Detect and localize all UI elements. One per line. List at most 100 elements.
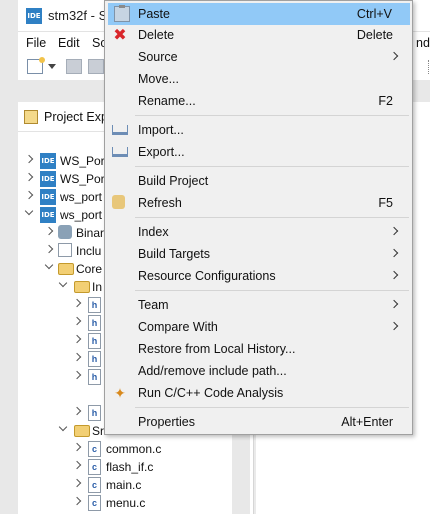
header-file-icon: h [88, 315, 101, 331]
new-file-icon[interactable] [27, 57, 45, 74]
menu-item-restore-local-history[interactable]: Restore from Local History... [106, 338, 411, 360]
new-dropdown-chevron-icon[interactable] [48, 64, 56, 69]
binaries-icon [58, 225, 72, 239]
ide-project-icon: IDE [40, 207, 56, 223]
chevron-right-icon[interactable] [72, 352, 82, 362]
project-explorer-icon [24, 110, 38, 124]
menu-item-import[interactable]: Import... [106, 119, 411, 141]
c-file-icon: c [88, 441, 101, 457]
menu-item-label: Build Targets [138, 247, 211, 261]
chevron-right-icon[interactable] [72, 370, 82, 380]
menu-item-label: Properties [138, 415, 195, 429]
menu-item-resource-configurations[interactable]: Resource Configurations [106, 265, 411, 287]
menu-item-refresh[interactable]: Refresh F5 [106, 192, 411, 214]
submenu-arrow-icon [389, 299, 399, 309]
header-file-icon: h [88, 405, 101, 421]
chevron-right-icon[interactable] [44, 244, 54, 254]
chevron-right-icon[interactable] [72, 478, 82, 488]
save-icon[interactable] [66, 59, 82, 74]
context-menu: Paste Ctrl+V ✖ Delete Delete Source Move… [104, 0, 413, 435]
menu-item-team[interactable]: Team [106, 294, 411, 316]
tree-item-label: In [92, 280, 103, 294]
tree-item-label: WS_Port [60, 172, 109, 186]
chevron-right-icon[interactable] [72, 298, 82, 308]
chevron-down-icon[interactable] [58, 278, 68, 288]
chevron-right-icon[interactable] [24, 190, 34, 200]
includes-icon [58, 243, 72, 257]
project-explorer-title: Project Exp [44, 110, 108, 124]
menu-item-run-code-analysis[interactable]: ✦ Run C/C++ Code Analysis [106, 382, 411, 404]
menu-item-paste[interactable]: Paste Ctrl+V [108, 3, 410, 25]
chevron-right-icon[interactable] [72, 496, 82, 506]
save-all-icon[interactable] [88, 59, 104, 74]
menu-item-shortcut: Delete [356, 28, 393, 42]
chevron-right-icon[interactable] [72, 334, 82, 344]
menu-item-label: Build Project [138, 174, 209, 188]
tree-item-label: ws_port [60, 190, 103, 204]
menu-item-build-targets[interactable]: Build Targets [106, 243, 411, 265]
menu-edit[interactable]: Edit [58, 36, 80, 50]
menu-item-source[interactable]: Source [106, 46, 411, 68]
c-file-icon: c [88, 495, 101, 511]
chevron-right-icon[interactable] [72, 460, 82, 470]
menu-item-properties[interactable]: Properties Alt+Enter [106, 411, 411, 433]
code-analysis-icon: ✦ [114, 385, 126, 401]
tree-item-file[interactable]: c main.c [18, 476, 254, 494]
chevron-right-icon[interactable] [72, 406, 82, 416]
menu-item-build-project[interactable]: Build Project [106, 170, 411, 192]
tree-item-label: Sr [92, 424, 104, 438]
refresh-icon [112, 195, 125, 209]
tree-item-file[interactable]: c menu.c [18, 494, 254, 512]
menu-item-label: Paste [138, 7, 170, 21]
folder-icon [74, 425, 90, 437]
tree-item-file[interactable]: c flash_if.c [18, 458, 254, 476]
menu-item-label: Add/remove include path... [138, 364, 287, 378]
chevron-down-icon[interactable] [44, 260, 54, 270]
window-left-edge [0, 0, 18, 514]
menu-separator [135, 115, 409, 116]
menu-item-label: Export... [138, 145, 185, 159]
folder-icon [58, 263, 74, 275]
menu-item-delete[interactable]: ✖ Delete Delete [106, 24, 411, 46]
menu-window[interactable]: ndo [416, 36, 430, 50]
tree-item-file[interactable]: c common.c [18, 440, 254, 458]
submenu-arrow-icon [389, 51, 399, 61]
chevron-down-icon[interactable] [24, 206, 34, 216]
header-file-icon: h [88, 351, 101, 367]
chevron-down-icon[interactable] [58, 422, 68, 432]
header-file-icon: h [88, 297, 101, 313]
submenu-arrow-icon [389, 226, 399, 236]
paste-icon [114, 5, 130, 22]
menu-item-compare-with[interactable]: Compare With [106, 316, 411, 338]
menu-item-index[interactable]: Index [106, 221, 411, 243]
chevron-right-icon[interactable] [24, 154, 34, 164]
menu-item-label: Source [138, 50, 178, 64]
menu-item-label: Move... [138, 72, 179, 86]
menu-separator [135, 290, 409, 291]
menu-separator [135, 217, 409, 218]
delete-icon: ✖ [113, 25, 127, 44]
chevron-right-icon[interactable] [72, 442, 82, 452]
tree-item-label: Core [76, 262, 103, 276]
menu-item-label: Resource Configurations [138, 269, 276, 283]
tree-item-label: WS_Port [60, 154, 109, 168]
tree-item-label: Binar [76, 226, 105, 240]
window-title: stm32f - S [48, 8, 108, 23]
import-icon [112, 125, 128, 135]
tree-item-label: ws_port [60, 208, 103, 222]
menu-item-move[interactable]: Move... [106, 68, 411, 90]
menu-item-add-remove-include-path[interactable]: Add/remove include path... [106, 360, 411, 382]
chevron-right-icon[interactable] [72, 316, 82, 326]
folder-icon [74, 281, 90, 293]
chevron-right-icon[interactable] [44, 226, 54, 236]
menu-item-rename[interactable]: Rename... F2 [106, 90, 411, 112]
tree-item-label: menu.c [106, 496, 146, 510]
menu-item-export[interactable]: Export... [106, 141, 411, 163]
menu-item-shortcut: F5 [378, 196, 393, 210]
chevron-right-icon[interactable] [24, 172, 34, 182]
tree-item-label: flash_if.c [106, 460, 154, 474]
menu-file[interactable]: File [26, 36, 46, 50]
menu-item-label: Compare With [138, 320, 218, 334]
menu-item-shortcut: F2 [378, 94, 393, 108]
c-file-icon: c [88, 477, 101, 493]
